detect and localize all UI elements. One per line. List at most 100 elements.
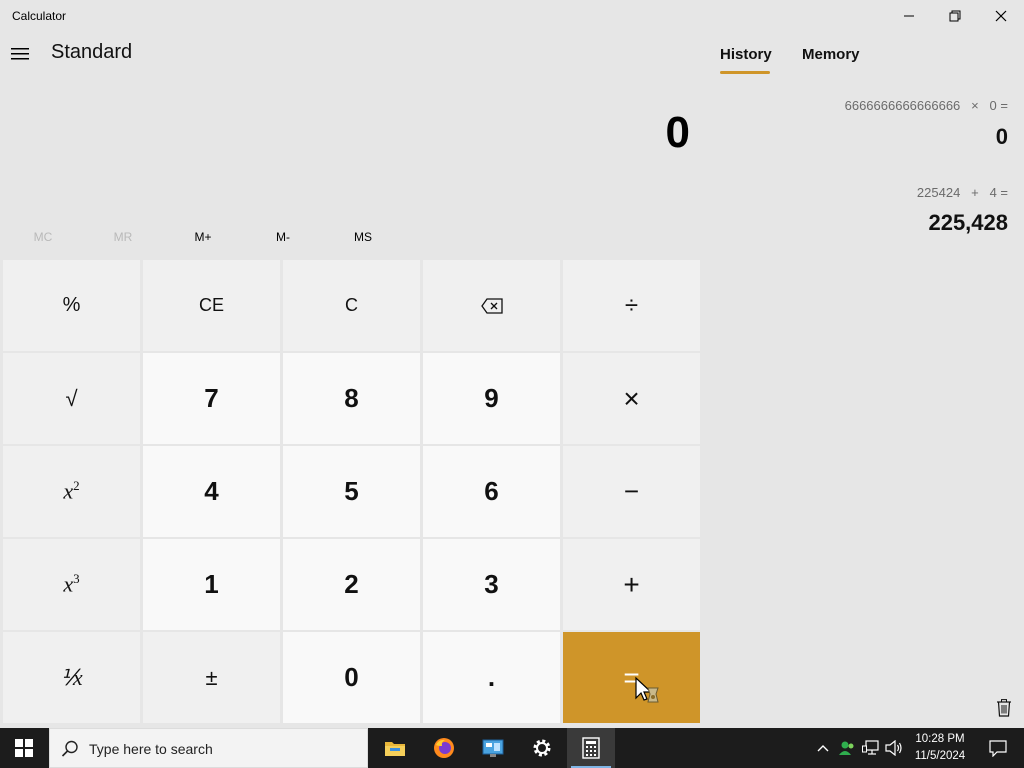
clear-entry-label: CE — [198, 295, 224, 315]
percent-label: % — [62, 294, 81, 316]
network-icon — [862, 740, 879, 755]
clear-button[interactable]: C — [283, 260, 420, 351]
action-center-button[interactable] — [978, 728, 1018, 768]
history-expression: 6666666666666666 × 0 = — [844, 98, 1008, 113]
digit-9-label: 9 — [484, 383, 499, 413]
close-icon — [995, 10, 1007, 22]
digit-9-button[interactable]: 9 — [423, 353, 560, 444]
clear-history-button[interactable] — [994, 697, 1014, 719]
taskbar-clock[interactable]: 10:28 PM 11/5/2024 — [905, 731, 975, 765]
window-title: Calculator — [12, 9, 67, 23]
reciprocal-button[interactable]: ⅟x — [3, 632, 140, 723]
people-icon — [839, 741, 854, 755]
history-result: 0 — [995, 124, 1008, 149]
divide-button[interactable]: ÷ — [563, 260, 700, 351]
trash-icon — [997, 699, 1011, 717]
digit-2-label: 2 — [344, 569, 359, 599]
subtract-label: − — [623, 476, 640, 506]
cube-base: x — [63, 571, 74, 597]
add-button[interactable]: + — [563, 539, 700, 630]
digit-6-button[interactable]: 6 — [423, 446, 560, 537]
digit-0-button[interactable]: 0 — [283, 632, 420, 723]
percent-button[interactable]: % — [3, 260, 140, 351]
close-button[interactable] — [978, 0, 1024, 32]
taskbar: Type here to search 10:28 PM 11/5/2024 — [0, 728, 1024, 768]
digit-8-button[interactable]: 8 — [283, 353, 420, 444]
digit-4-label: 4 — [204, 476, 219, 506]
memory-recall-button[interactable]: MR — [83, 224, 163, 250]
search-icon — [61, 740, 78, 757]
digit-5-label: 5 — [344, 476, 359, 506]
taskbar-app-file-explorer[interactable] — [371, 728, 419, 768]
square-root-button[interactable]: √ — [3, 353, 140, 444]
taskbar-app-settings[interactable] — [518, 728, 566, 768]
volume-tray-button[interactable] — [884, 738, 904, 758]
equals-button[interactable]: = — [563, 632, 700, 723]
memory-buttons-row: MC MR M+ M- MS — [3, 224, 703, 250]
taskbar-app-firefox[interactable] — [420, 728, 468, 768]
volume-icon — [885, 740, 902, 756]
digit-1-label: 1 — [204, 569, 219, 599]
clear-label: C — [345, 295, 358, 315]
firefox-icon — [434, 738, 454, 758]
digit-2-button[interactable]: 2 — [283, 539, 420, 630]
decimal-button[interactable]: . — [423, 632, 560, 723]
restore-button[interactable] — [932, 0, 978, 32]
subtract-button[interactable]: − — [563, 446, 700, 537]
tab-history[interactable]: History — [720, 46, 772, 63]
square-root-label: √ — [65, 385, 78, 411]
divide-label: ÷ — [624, 291, 639, 319]
decimal-label: . — [487, 662, 496, 692]
busy-cursor-icon — [635, 676, 659, 703]
cube-button[interactable]: x3 — [3, 539, 140, 630]
digit-5-button[interactable]: 5 — [283, 446, 420, 537]
clear-entry-button[interactable]: CE — [143, 260, 280, 351]
minimize-icon — [904, 15, 914, 17]
cube-exponent: 3 — [73, 571, 80, 587]
taskbar-search-box[interactable]: Type here to search — [49, 728, 368, 768]
settings-icon — [533, 739, 551, 757]
digit-6-label: 6 — [484, 476, 499, 506]
taskbar-app-control-panel[interactable] — [469, 728, 517, 768]
memory-store-button[interactable]: MS — [323, 224, 403, 250]
taskbar-app-calculator[interactable] — [567, 728, 615, 768]
add-label: + — [623, 568, 640, 600]
digit-3-label: 3 — [484, 569, 499, 599]
history-result: 225,428 — [928, 210, 1008, 235]
memory-subtract-button[interactable]: M- — [243, 224, 323, 250]
memory-add-button[interactable]: M+ — [163, 224, 243, 250]
result-display: 0 — [665, 108, 690, 157]
navigation-menu-button[interactable] — [6, 40, 34, 68]
active-tab-indicator — [720, 71, 770, 74]
cube-label: x3 — [63, 571, 79, 597]
calculator-mode-title: Standard — [51, 41, 133, 63]
clock-time: 10:28 PM — [915, 733, 965, 745]
backspace-icon — [480, 297, 503, 314]
square-button[interactable]: x2 — [3, 446, 140, 537]
tab-memory[interactable]: Memory — [802, 46, 860, 63]
network-tray-button[interactable] — [861, 738, 881, 758]
reciprocal-label: ⅟x — [60, 664, 83, 690]
square-label: x2 — [63, 478, 79, 504]
backspace-button[interactable] — [423, 260, 560, 351]
start-button[interactable] — [0, 728, 48, 768]
digit-4-button[interactable]: 4 — [143, 446, 280, 537]
show-hidden-icons-button[interactable] — [813, 738, 833, 758]
digit-1-button[interactable]: 1 — [143, 539, 280, 630]
negate-button[interactable]: ± — [143, 632, 280, 723]
restore-icon — [949, 10, 961, 22]
keypad: % CE C ÷ √ 7 8 9 × x2 4 5 6 − x3 1 2 3 +… — [3, 260, 703, 726]
digit-8-label: 8 — [344, 383, 359, 413]
digit-0-label: 0 — [344, 662, 359, 692]
digit-3-button[interactable]: 3 — [423, 539, 560, 630]
multiply-label: × — [623, 382, 640, 414]
digit-7-button[interactable]: 7 — [143, 353, 280, 444]
memory-clear-button[interactable]: MC — [3, 224, 83, 250]
multiply-button[interactable]: × — [563, 353, 700, 444]
windows-logo-icon — [15, 739, 33, 757]
search-placeholder: Type here to search — [89, 741, 213, 757]
square-base: x — [63, 478, 74, 504]
file-explorer-icon — [385, 742, 405, 756]
minimize-button[interactable] — [886, 0, 932, 32]
people-tray-button[interactable] — [837, 738, 857, 758]
